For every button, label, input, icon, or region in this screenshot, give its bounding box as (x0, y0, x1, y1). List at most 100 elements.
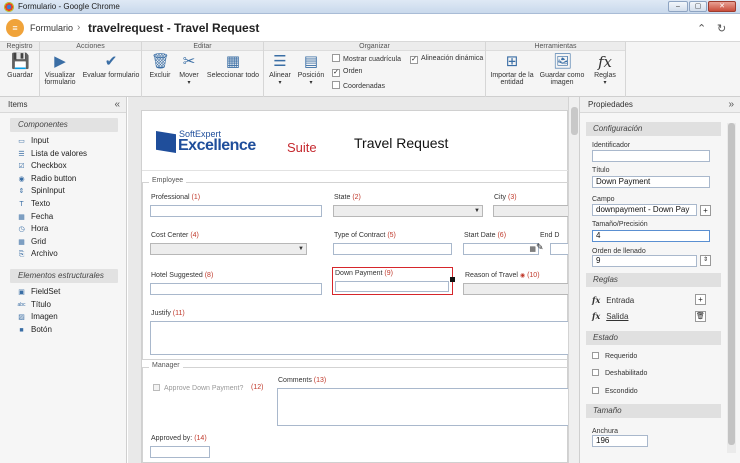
components-item[interactable]: ▦ Grid (0, 236, 126, 249)
tamano-precision-label: Tamaño/Precisión (592, 221, 648, 228)
button-label: Visualizar formulario (44, 72, 76, 86)
end-date-input[interactable] (550, 243, 570, 255)
maximize-button[interactable]: ▢ (689, 1, 707, 12)
mover-button[interactable]: ✂ Mover ▾ (176, 53, 202, 86)
close-button[interactable]: ✕ (708, 1, 736, 12)
hotel-input[interactable] (150, 283, 322, 295)
employee-fieldset[interactable]: Employee Professional (1) State (2) ▼ Ci… (142, 177, 570, 360)
softexpert-logo-mark (156, 131, 176, 153)
deshabilitado-checkbox[interactable]: Deshabilitado (592, 369, 647, 377)
structural-item[interactable]: ▣ FieldSet (0, 286, 126, 299)
city-select[interactable] (493, 205, 570, 217)
properties-scrollbar[interactable] (727, 123, 736, 453)
form-sheet: SoftExpert Excellence Suite Travel Reque… (141, 110, 570, 463)
seleccionar-todo-button[interactable]: ▦ Seleccionar todo (204, 53, 262, 79)
excluir-button[interactable]: 🗑 Excluir (146, 53, 174, 79)
checkbox-box (153, 384, 160, 391)
fieldset-icon: ▣ (18, 288, 25, 296)
alinear-button[interactable]: ☰ Alinear ▾ (266, 53, 294, 86)
structural-item-label: Imagen (31, 312, 58, 322)
visualizar-button[interactable]: ▶ Visualizar formulario (42, 53, 78, 86)
scroll-thumb[interactable] (571, 107, 578, 135)
components-item[interactable]: ☑ Checkbox (0, 160, 126, 173)
components-item-label: Grid (31, 236, 47, 246)
tamano-precision-input[interactable]: 4 (592, 230, 710, 242)
ribbon-group-registro: Registro 💾 Guardar (0, 42, 40, 97)
structural-item[interactable]: abc Título (0, 299, 126, 312)
posicion-button[interactable]: ▤ Posición ▾ (296, 53, 326, 86)
collapse-left-icon[interactable]: « (114, 97, 120, 113)
structural-item[interactable]: ■ Botón (0, 324, 126, 337)
reglas-button[interactable]: fx Reglas ▾ (590, 53, 620, 86)
components-item[interactable]: ▭ Input (0, 135, 126, 148)
importar-entidad-button[interactable]: ⊞ Importar de la entidad (490, 53, 534, 86)
anchura-input[interactable]: 196 (592, 435, 648, 447)
button-icon: ■ (19, 326, 24, 334)
escondido-checkbox[interactable]: Escondido (592, 387, 638, 395)
requerido-checkbox[interactable]: Requerido (592, 352, 637, 360)
reason-input[interactable] (463, 283, 570, 295)
guardar-button[interactable]: 💾 Guardar (4, 53, 36, 79)
eraser-icon[interactable]: ✎ (536, 242, 544, 253)
checkmark-icon: ✓ (332, 69, 340, 77)
collapse-up-icon[interactable]: ⌃ (697, 22, 706, 35)
spinner-icon[interactable]: ⇕ (700, 255, 711, 266)
image-save-icon: 🖼 (553, 53, 573, 70)
structural-item[interactable]: ▨ Imagen (0, 311, 126, 324)
select-all-icon: ▦ (225, 53, 241, 70)
components-item[interactable]: ◷ Hora (0, 223, 126, 236)
hotel-label: Hotel Suggested (8) (151, 272, 214, 279)
add-icon[interactable]: + (700, 205, 711, 216)
collapse-right-icon[interactable]: » (728, 97, 734, 113)
rule-salida[interactable]: fx Salida (592, 311, 628, 321)
start-date-input[interactable]: ▦ (463, 243, 539, 255)
campo-select[interactable]: downpayment - Down Pay (592, 204, 697, 216)
rule-entrada[interactable]: fx Entrada (592, 295, 634, 305)
orden-checkbox[interactable]: ✓ Orden (332, 67, 362, 77)
add-rule-icon[interactable]: + (695, 294, 706, 305)
chrome-icon (4, 2, 14, 12)
chevron-down-icon: ▼ (474, 208, 480, 214)
identificador-input[interactable] (592, 150, 710, 162)
components-item[interactable]: ◉ Radio button (0, 173, 126, 186)
mostrar-cuadricula-checkbox[interactable]: Mostrar cuadrícula (332, 54, 401, 64)
calendar-icon[interactable]: ▦ (529, 245, 536, 253)
guardar-imagen-button[interactable]: 🖼 Guardar como imagen (538, 53, 586, 86)
titulo-input[interactable]: Down Payment (592, 176, 710, 188)
group-title: Acciones (40, 42, 141, 51)
dropdown-arrow-icon: ▾ (603, 80, 607, 86)
checkbox-box (592, 352, 599, 359)
state-select[interactable]: ▼ (333, 205, 483, 217)
refresh-icon[interactable]: ↻ (717, 22, 726, 35)
trash-icon[interactable]: 🗑 (695, 311, 706, 322)
down-payment-selected-field[interactable]: Down Payment (9) (332, 267, 455, 295)
titulo-label: Título (592, 167, 610, 174)
type-contract-input[interactable] (333, 243, 452, 255)
evaluar-button[interactable]: ✔ Evaluar formulario (82, 53, 140, 79)
coordenadas-checkbox[interactable]: Coordenadas (332, 81, 385, 91)
orden-llenado-input[interactable]: 9 (592, 255, 697, 267)
trash-icon: 🗑 (151, 53, 171, 70)
checkbox-label: Escondido (605, 388, 638, 395)
minimize-button[interactable]: – (668, 1, 688, 12)
components-item[interactable]: ▦ Fecha (0, 211, 126, 224)
components-item[interactable]: ⇕ SpinInput (0, 185, 126, 198)
components-item-label: Texto (31, 198, 51, 208)
alineacion-dinamica-checkbox[interactable]: ✓ Alineación dinámica (410, 54, 483, 64)
cost-center-select[interactable]: ▼ (150, 243, 307, 255)
down-payment-input[interactable] (335, 281, 449, 292)
approved-by-input[interactable] (150, 446, 210, 458)
resize-handle[interactable] (450, 277, 455, 282)
approve-checkbox[interactable]: Approve Down Payment? (153, 384, 243, 392)
scroll-thumb[interactable] (728, 123, 735, 445)
manager-fieldset[interactable]: Manager Approve Down Payment? (12) Comme… (142, 362, 570, 463)
components-item[interactable]: ⎘ Archivo (0, 248, 126, 261)
canvas-scrollbar[interactable] (568, 97, 579, 463)
components-item[interactable]: T Texto (0, 198, 126, 211)
components-item[interactable]: ☰ Lista de valores (0, 148, 126, 161)
breadcrumb[interactable]: Formulario (30, 23, 73, 33)
professional-input[interactable] (150, 205, 322, 217)
form-title: Travel Request (354, 135, 449, 151)
justify-textarea[interactable] (150, 321, 570, 355)
comments-textarea[interactable] (277, 388, 570, 426)
